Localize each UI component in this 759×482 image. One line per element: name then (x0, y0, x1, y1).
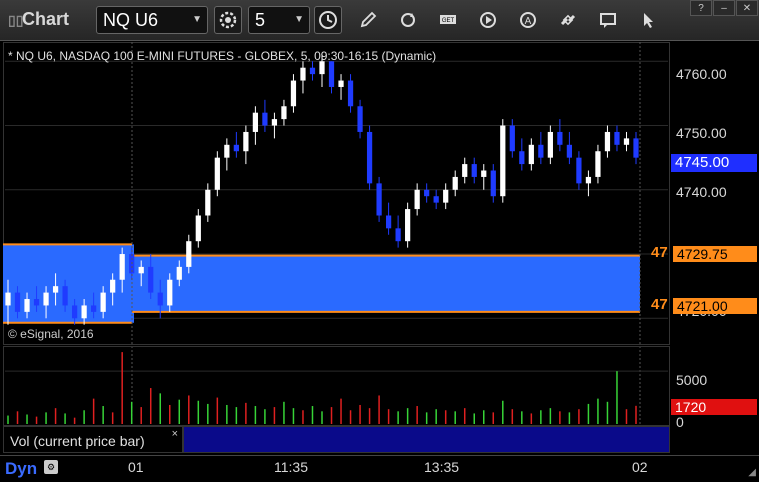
price-label-4760: 4760.00 (676, 66, 727, 82)
svg-text:GET: GET (442, 18, 455, 24)
app-title-text: Chart (22, 9, 70, 29)
interval-settings-button[interactable] (314, 6, 342, 34)
volume-label-0: 0 (676, 414, 684, 430)
chevron-down-icon[interactable]: ▼ (192, 14, 202, 25)
range-high-cut-label: 47 (651, 244, 668, 261)
symbol-input[interactable]: NQ U6 ▼ (96, 6, 208, 34)
settings-icon[interactable]: ⚙ (44, 460, 58, 474)
time-label-1335: 13:35 (424, 459, 460, 475)
grip-icon[interactable]: ▯▯ (8, 12, 23, 29)
dynamic-mode-label[interactable]: Dyn (5, 459, 37, 479)
cursor-icon[interactable] (638, 10, 658, 30)
price-label-4740: 4740.00 (676, 184, 727, 200)
close-button[interactable]: ✕ (736, 0, 758, 16)
range-low-cut-label: 47 (651, 296, 668, 313)
range-low-tag: 4721.00 (673, 298, 757, 314)
chart-window: ▯▯Chart NQ U6 ▼ 5 ▼ GET A ? – ✕ * NQ U6,… (0, 0, 759, 482)
title-bar: ▯▯Chart NQ U6 ▼ 5 ▼ GET A ? – ✕ (0, 0, 759, 41)
alert-icon[interactable]: A (518, 10, 538, 30)
volume-label-5000: 5000 (676, 372, 708, 388)
svg-text:A: A (525, 16, 532, 27)
resize-grip-icon[interactable]: ◢ (748, 467, 756, 478)
minimize-button[interactable]: – (713, 0, 735, 16)
refresh-icon[interactable] (398, 10, 418, 30)
time-label-1135: 11:35 (274, 459, 308, 475)
time-label-02: 02 (632, 459, 648, 475)
volume-panel[interactable] (3, 346, 670, 426)
symbol-value: NQ U6 (103, 10, 159, 30)
interval-input[interactable]: 5 ▼ (248, 6, 310, 34)
symbol-settings-button[interactable] (214, 6, 242, 34)
link-icon[interactable] (558, 10, 578, 30)
chart-info-line: * NQ U6, NASDAQ 100 E-MINI FUTURES - GLO… (8, 49, 437, 63)
current-volume-tag: 1720 (671, 399, 757, 415)
pencil-icon[interactable] (358, 10, 378, 30)
price-chart-panel[interactable] (3, 42, 670, 345)
copyright-text: © eSignal, 2016 (8, 327, 94, 341)
time-label-01: 01 (128, 459, 144, 475)
play-icon[interactable] (478, 10, 498, 30)
current-price-tag: 4745.00 (671, 154, 757, 172)
volume-legend-text: Vol (current price bar) (10, 433, 145, 449)
interval-value: 5 (255, 10, 266, 30)
close-icon[interactable]: × (172, 428, 178, 440)
gear-icon (219, 11, 237, 29)
app-title: ▯▯Chart (8, 9, 69, 30)
range-high-tag: 4729.75 (673, 246, 757, 262)
comment-icon[interactable] (598, 10, 618, 30)
chevron-down-icon[interactable]: ▼ (294, 14, 304, 25)
get-data-icon[interactable]: GET (438, 10, 458, 30)
clock-icon (319, 11, 337, 29)
price-label-4750: 4750.00 (676, 125, 727, 141)
help-button[interactable]: ? (690, 0, 712, 16)
volume-legend[interactable]: Vol (current price bar) × (3, 426, 183, 453)
volume-legend-bar (183, 426, 670, 453)
